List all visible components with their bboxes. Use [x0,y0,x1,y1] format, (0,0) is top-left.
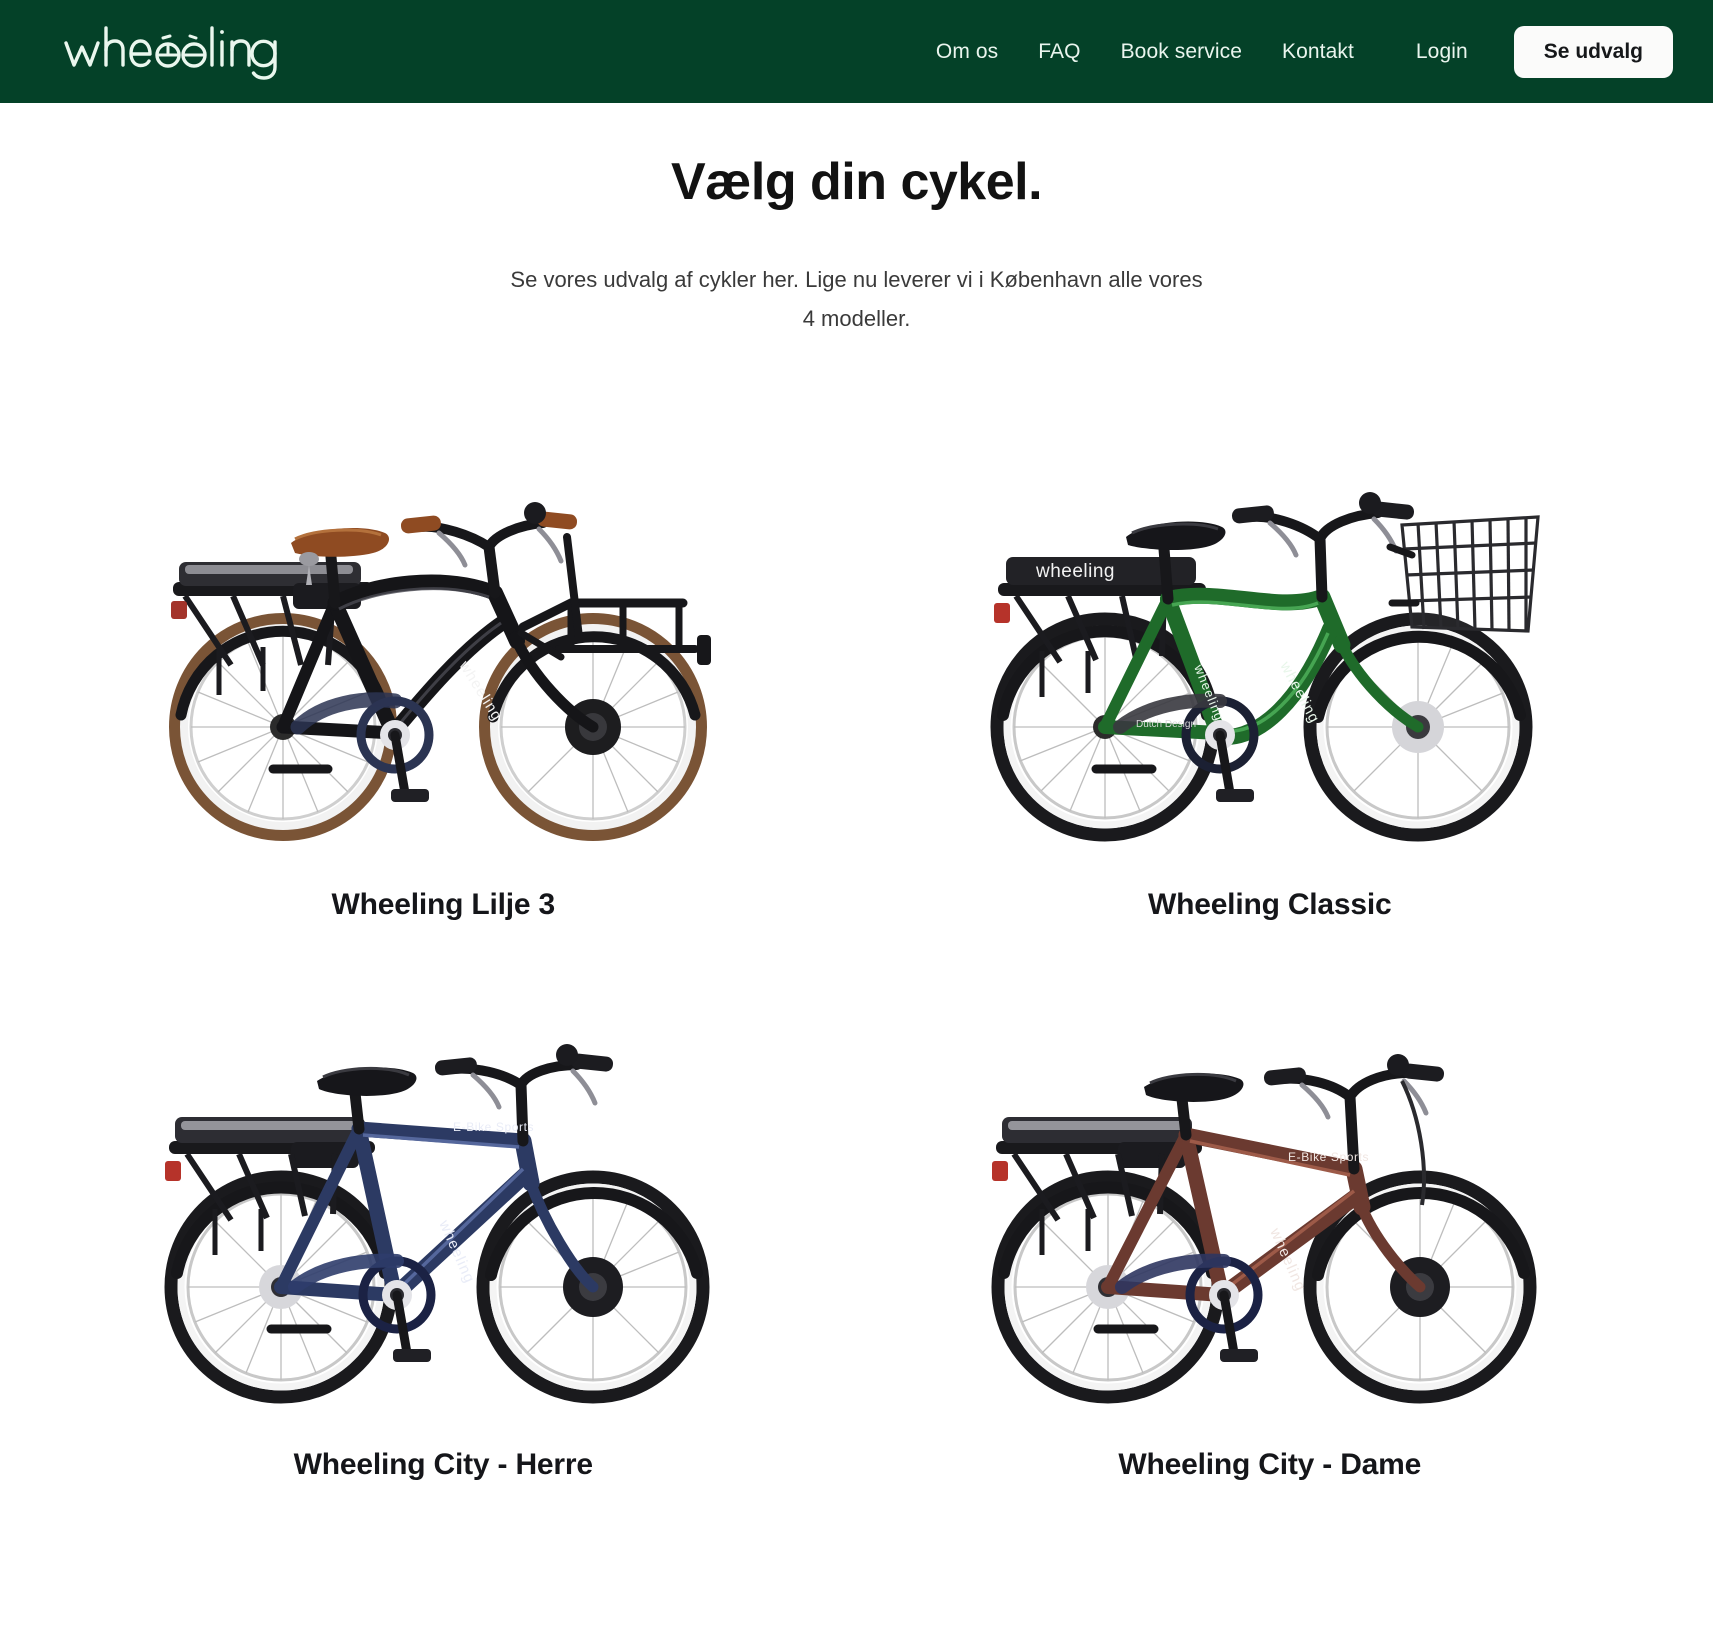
svg-text:E-Bike Sports: E-Bike Sports [453,1120,534,1134]
se-udvalg-button[interactable]: Se udvalg [1513,25,1673,78]
nav-item-om-os[interactable]: Om os [916,32,1018,72]
page-subtitle: Se vores udvalg af cykler her. Lige nu l… [510,267,1203,331]
product-title: Wheeling City - Dame [1118,1448,1422,1482]
nav-item-book-service[interactable]: Book service [1101,32,1262,72]
site-header: Om os FAQ Book service Kontakt Login Se … [0,0,1713,103]
product-image-city-dame: E-Bike Sports wheeling [856,952,1683,1423]
page-title: Vælg din cykel. [670,153,1043,211]
svg-text:wheeling: wheeling [1035,561,1115,582]
product-title: Wheeling City - Herre [293,1448,593,1482]
product-card-city-herre[interactable]: E-Bike Sports wheeling Wheeling City - H… [30,952,857,1482]
product-image-classic: wheeling Dutch Design wheeling wheeling [856,392,1683,863]
product-image-lilje-3: wheeling [30,392,857,863]
bicycle-illustration-icon: E-Bike Sports wheeling [991,1054,1537,1404]
wheeling-wordmark-icon [64,25,277,80]
product-title: Wheeling Classic [1147,888,1392,922]
bicycle-illustration-icon: wheeling [990,492,1540,842]
bicycle-illustration-icon: wheeling [169,502,712,842]
svg-text:E-Bike Sports: E-Bike Sports [1288,1150,1369,1164]
product-image-city-herre: E-Bike Sports wheeling [30,952,857,1423]
product-card-classic[interactable]: wheeling Dutch Design wheeling wheeling … [856,392,1683,922]
bicycle-illustration-icon: E-Bike Sports wheeling [164,1044,710,1404]
main-nav: Om os FAQ Book service Kontakt Login Se … [916,25,1673,78]
product-title: Wheeling Lilje 3 [331,888,556,922]
wheeling-logo[interactable] [62,22,284,82]
nav-item-login[interactable]: Login [1396,32,1488,72]
nav-item-kontakt[interactable]: Kontakt [1262,32,1374,72]
nav-item-faq[interactable]: FAQ [1018,32,1100,72]
product-grid: wheeling Wheeling Lilje 3 wheeling Dutch… [0,392,1713,1482]
hero-section: Vælg din cykel. Se vores udvalg af cykle… [0,103,1713,338]
page-root: Om os FAQ Book service Kontakt Login Se … [0,0,1713,1647]
product-card-lilje-3[interactable]: wheeling Wheeling Lilje 3 [30,392,857,922]
svg-text:Dutch Design: Dutch Design [1136,719,1196,730]
product-card-city-dame[interactable]: E-Bike Sports wheeling Wheeling City - D… [856,952,1683,1482]
